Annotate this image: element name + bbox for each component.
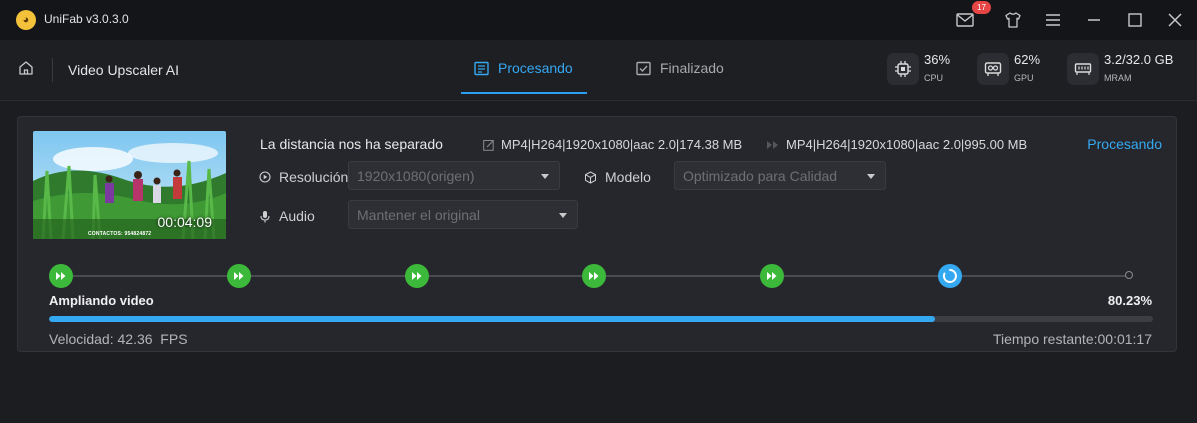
task-status: Procesando bbox=[1087, 136, 1162, 152]
home-icon[interactable] bbox=[18, 60, 38, 80]
step-done-icon bbox=[227, 264, 251, 288]
gpu-value: 62% bbox=[1014, 52, 1041, 67]
model-value: Optimizado para Calidad bbox=[683, 167, 838, 184]
checkbox-icon bbox=[636, 61, 651, 75]
speed-text: Velocidad: 42.36 FPS bbox=[49, 331, 188, 347]
mram-label: MRAM bbox=[1104, 73, 1132, 83]
chevron-down-icon bbox=[867, 174, 875, 179]
video-title: La distancia nos ha separado bbox=[260, 136, 443, 152]
step-done-icon bbox=[760, 264, 784, 288]
play-circle-icon bbox=[259, 171, 271, 183]
app-title: UniFab v3.0.3.0 bbox=[44, 12, 129, 26]
progress-bar-fill bbox=[49, 316, 935, 322]
model-label-text: Modelo bbox=[605, 169, 651, 185]
resolution-label: Resolución bbox=[259, 169, 348, 185]
tab-procesando[interactable]: Procesando bbox=[474, 40, 573, 96]
tab-label: Finalizado bbox=[660, 60, 724, 76]
active-tab-indicator bbox=[461, 92, 587, 94]
phase-label: Ampliando video bbox=[49, 293, 154, 308]
cpu-label: CPU bbox=[924, 73, 944, 83]
progress-percent: 80.23% bbox=[1107, 293, 1152, 308]
minimize-icon[interactable] bbox=[1083, 9, 1105, 31]
menu-icon[interactable] bbox=[1042, 9, 1064, 31]
microphone-icon bbox=[260, 210, 270, 222]
resolution-select[interactable]: 1920x1080(origen) bbox=[348, 161, 560, 190]
chevron-down-icon bbox=[559, 213, 567, 218]
input-format: MP4|H264|1920x1080|aac 2.0|174.38 MB bbox=[483, 137, 742, 152]
cpu-icon bbox=[887, 53, 919, 85]
notification-badge: 17 bbox=[972, 1, 991, 14]
step-done-icon bbox=[582, 264, 606, 288]
tab-label: Procesando bbox=[498, 60, 573, 76]
resolution-label-text: Resolución bbox=[279, 169, 349, 185]
model-label: Modelo bbox=[584, 169, 651, 185]
video-duration: 00:04:09 bbox=[157, 214, 213, 230]
audio-select[interactable]: Mantener el original bbox=[348, 200, 578, 229]
step-loading-icon bbox=[938, 264, 962, 288]
shirt-icon[interactable] bbox=[1002, 9, 1024, 31]
gpu-icon bbox=[977, 53, 1009, 85]
output-format-text: MP4|H264|1920x1080|aac 2.0|995.00 MB bbox=[786, 137, 1028, 152]
thumbnail-caption: CONTACTOS: 954824872 bbox=[88, 231, 152, 237]
maximize-icon[interactable] bbox=[1124, 9, 1146, 31]
tab-finalizado[interactable]: Finalizado bbox=[636, 40, 724, 96]
audio-label: Audio bbox=[259, 208, 315, 224]
remaining-time: Tiempo restante:00:01:17 bbox=[992, 331, 1152, 347]
audio-value: Mantener el original bbox=[357, 206, 480, 223]
nav-divider bbox=[52, 58, 53, 82]
mram-value: 3.2/32.0 GB bbox=[1104, 52, 1174, 67]
task-card: CONTACTOS: 954824872 00:04:09 La distanc… bbox=[17, 116, 1177, 352]
step-pending-icon bbox=[1125, 271, 1133, 279]
nav-bar: Video Upscaler AI Procesando Finalizado … bbox=[0, 40, 1197, 101]
audio-label-text: Audio bbox=[279, 208, 315, 224]
model-select[interactable]: Optimizado para Calidad bbox=[674, 161, 886, 190]
step-done-icon bbox=[49, 264, 73, 288]
progress-bar bbox=[49, 316, 1153, 322]
edit-icon[interactable] bbox=[483, 139, 495, 151]
list-icon bbox=[474, 61, 489, 75]
input-format-text: MP4|H264|1920x1080|aac 2.0|174.38 MB bbox=[501, 137, 743, 152]
arrow-right-icon bbox=[767, 140, 778, 149]
video-thumbnail[interactable]: CONTACTOS: 954824872 00:04:09 bbox=[33, 131, 226, 239]
module-title: Video Upscaler AI bbox=[68, 62, 180, 78]
title-bar: ◕ UniFab v3.0.3.0 17 bbox=[0, 0, 1197, 40]
close-icon[interactable] bbox=[1164, 9, 1186, 31]
memory-icon bbox=[1067, 53, 1099, 85]
output-format: MP4|H264|1920x1080|aac 2.0|995.00 MB bbox=[766, 137, 1027, 152]
chevron-down-icon bbox=[541, 174, 549, 179]
cube-icon bbox=[585, 170, 596, 184]
resolution-value: 1920x1080(origen) bbox=[357, 167, 475, 184]
unifab-logo-icon: ◕ bbox=[16, 10, 36, 30]
cpu-value: 36% bbox=[924, 52, 951, 67]
mail-icon[interactable] bbox=[954, 9, 976, 31]
gpu-label: GPU bbox=[1014, 73, 1034, 83]
step-done-icon bbox=[405, 264, 429, 288]
